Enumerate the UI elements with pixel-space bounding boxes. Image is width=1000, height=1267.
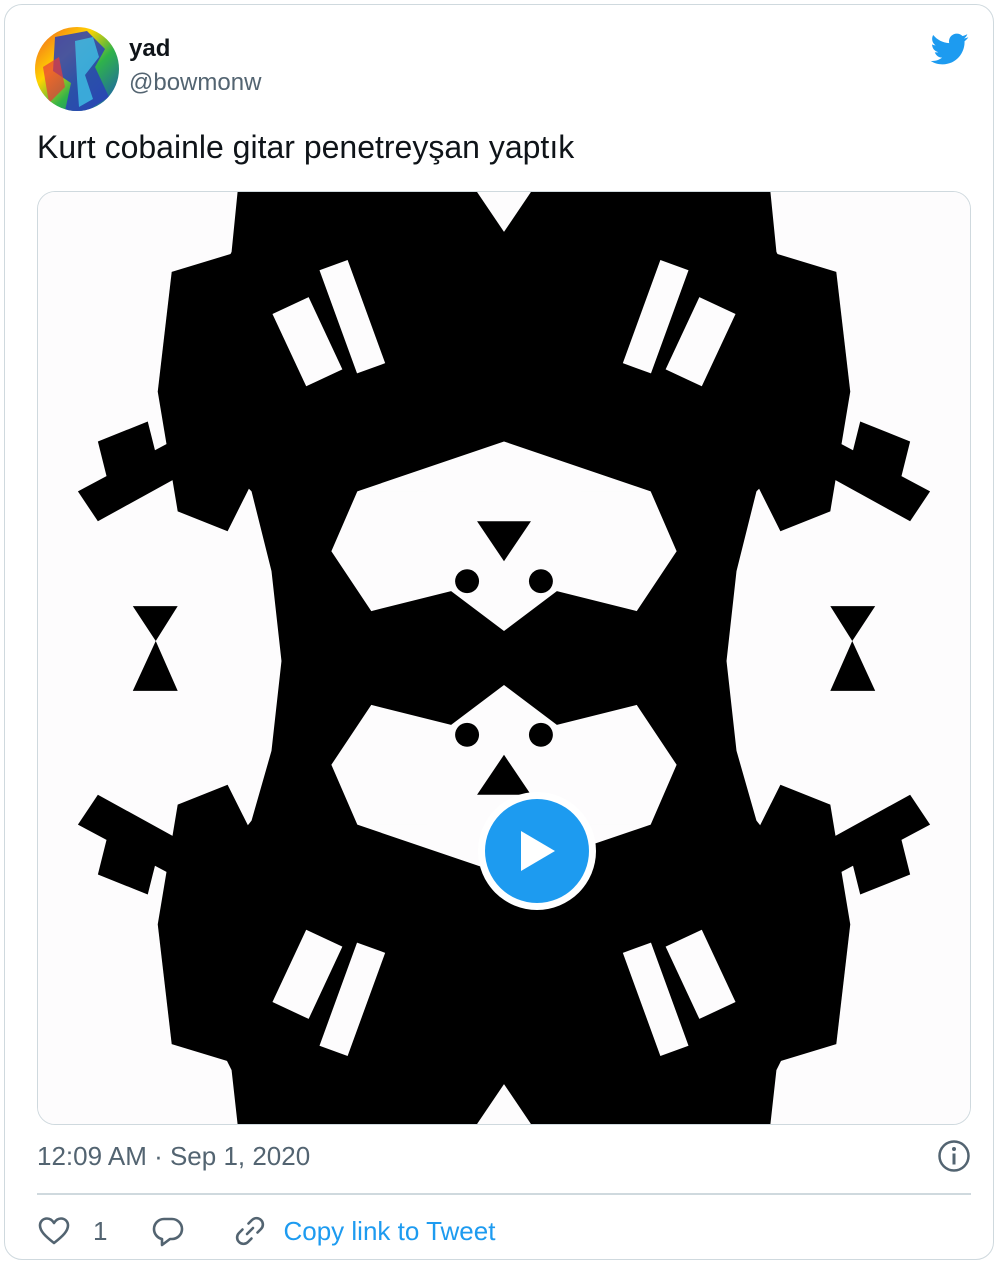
- reply-icon[interactable]: [151, 1214, 185, 1248]
- copy-link-button[interactable]: Copy link to Tweet: [233, 1214, 495, 1248]
- heart-icon: [38, 1217, 70, 1245]
- divider: [37, 1193, 971, 1195]
- like-button[interactable]: 1: [37, 1214, 107, 1248]
- tweet-timestamp[interactable]: 12:09 AM · Sep 1, 2020: [37, 1141, 310, 1172]
- like-count: 1: [93, 1215, 108, 1246]
- twitter-bird-icon[interactable]: [927, 29, 971, 69]
- copy-link-label: Copy link to Tweet: [283, 1215, 496, 1246]
- play-icon: [521, 831, 555, 871]
- user-handle[interactable]: @bowmonw: [129, 69, 261, 97]
- tweet-actions: 1 Copy link to Tweet: [37, 1209, 495, 1253]
- tweet-text: Kurt cobainle gitar penetreyşan yaptık: [37, 129, 575, 165]
- video-media[interactable]: [37, 191, 971, 1125]
- tweet-card: yad @bowmonw Kurt cobainle gitar penetre…: [4, 4, 994, 1260]
- display-name[interactable]: yad: [129, 35, 170, 63]
- link-icon: [236, 1216, 265, 1246]
- play-button[interactable]: [478, 792, 596, 910]
- info-icon[interactable]: [937, 1139, 971, 1173]
- video-thumbnail: [38, 192, 970, 1124]
- avatar[interactable]: [35, 27, 119, 111]
